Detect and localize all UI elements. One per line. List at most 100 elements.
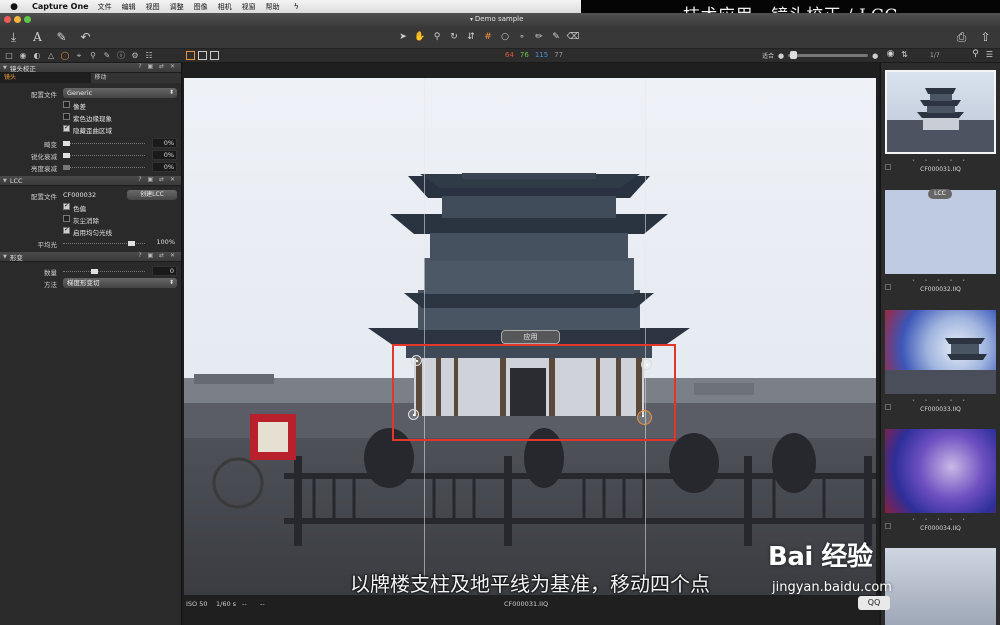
- spot-icon[interactable]: ∘: [515, 30, 529, 44]
- picker-icon[interactable]: ✏: [532, 30, 546, 44]
- multi-view-icon[interactable]: [186, 51, 195, 60]
- sharpness-falloff-value[interactable]: 0%: [152, 150, 177, 160]
- keystone-header[interactable]: ▼ 形变 ? ▣ ⇄ ✕: [0, 252, 181, 262]
- zoom-slider[interactable]: [788, 51, 869, 59]
- sort-icon[interactable]: ⇅: [897, 47, 912, 62]
- single-view-icon[interactable]: [198, 51, 207, 60]
- lcc-header[interactable]: ▼ LCC ? ▣ ⇄ ✕: [0, 176, 181, 186]
- thumbnail[interactable]: • • • • • CF000033.IIQ: [885, 310, 996, 413]
- light-falloff-slider[interactable]: [63, 165, 145, 170]
- keystone-icon[interactable]: #: [481, 30, 495, 44]
- apply-keystone-button[interactable]: 应用: [501, 330, 560, 344]
- pan-icon[interactable]: ✋: [413, 30, 427, 44]
- print-icon[interactable]: ⎙: [954, 30, 969, 45]
- apple-icon[interactable]: ●: [8, 2, 20, 12]
- undo-icon[interactable]: ↶: [78, 30, 93, 45]
- sharpness-falloff-slider[interactable]: [63, 153, 145, 158]
- search-icon[interactable]: ⚲: [968, 47, 983, 62]
- zoom-out-icon[interactable]: ●: [778, 52, 784, 60]
- keystone-handle-top-right[interactable]: [641, 359, 652, 370]
- keystone-handle-top-left[interactable]: [411, 355, 422, 366]
- slider-knob[interactable]: [91, 269, 98, 274]
- rating-stars[interactable]: • • • • •: [885, 398, 996, 404]
- zoom-in-icon[interactable]: ●: [872, 52, 878, 60]
- settings-icon[interactable]: ☰: [982, 47, 997, 62]
- select-checkbox[interactable]: [885, 164, 891, 170]
- erase-icon[interactable]: ⌫: [566, 30, 580, 44]
- app-menu[interactable]: Capture One: [32, 2, 89, 11]
- color-cast-checkbox[interactable]: [63, 201, 70, 210]
- collapse-icon[interactable]: ▼: [3, 254, 7, 260]
- menu-camera[interactable]: 相机: [218, 2, 232, 12]
- collapse-icon[interactable]: ▼: [3, 65, 7, 71]
- eye-icon[interactable]: ◉: [883, 47, 898, 62]
- uniform-light-checkbox[interactable]: [63, 225, 70, 234]
- panel-controls[interactable]: ? ▣ ⇄ ✕: [138, 252, 177, 259]
- create-lcc-button[interactable]: 创建LCC: [127, 190, 177, 200]
- uniform-amount-slider[interactable]: [63, 241, 145, 246]
- method-select[interactable]: 梯度形变切: [63, 278, 177, 288]
- slider-knob[interactable]: [63, 153, 70, 158]
- menu-image[interactable]: 图像: [194, 2, 208, 12]
- menu-view[interactable]: 视图: [146, 2, 160, 12]
- zoom-label[interactable]: 适合: [762, 51, 774, 60]
- export-icon[interactable]: ⇧: [978, 30, 993, 45]
- distortion-slider[interactable]: [63, 141, 145, 146]
- batch-tab-icon[interactable]: ☷: [144, 50, 154, 61]
- import-icon[interactable]: ⤓: [6, 30, 21, 45]
- distortion-value[interactable]: 0%: [152, 138, 177, 148]
- text-icon[interactable]: A: [30, 30, 45, 45]
- exposure-tab-icon[interactable]: △: [46, 50, 56, 61]
- rotate-icon[interactable]: ↻: [447, 30, 461, 44]
- select-icon[interactable]: ➤: [396, 30, 410, 44]
- lens-tab-icon[interactable]: ◯: [60, 50, 70, 61]
- thumbnail[interactable]: • • • • • CF000031.IIQ: [885, 70, 996, 173]
- output-tab-icon[interactable]: ⚙: [130, 50, 140, 61]
- select-checkbox[interactable]: [885, 523, 891, 529]
- lens-correction-header[interactable]: ▼ 镜头校正 ? ▣ ⇄ ✕: [0, 63, 181, 73]
- capture-tab-icon[interactable]: ◉: [18, 50, 28, 61]
- light-falloff-value[interactable]: 0%: [152, 162, 177, 172]
- keystone-handle-bottom-right[interactable]: [637, 410, 652, 425]
- slider-knob[interactable]: [128, 241, 135, 246]
- tab-movement[interactable]: 移动: [90, 73, 181, 83]
- brush-icon[interactable]: ✎: [54, 30, 69, 45]
- rating-stars[interactable]: • • • • •: [885, 158, 996, 164]
- thumbnail[interactable]: [885, 548, 996, 625]
- zoom-slider-knob[interactable]: [790, 51, 798, 59]
- menu-window[interactable]: 视窗: [242, 2, 256, 12]
- color-tab-icon[interactable]: ◐: [32, 50, 42, 61]
- composition-tab-icon[interactable]: ⌖: [74, 50, 84, 61]
- qq-badge[interactable]: QQ: [858, 596, 890, 610]
- menu-adjust[interactable]: 调整: [170, 2, 184, 12]
- adjust-tab-icon[interactable]: ✎: [102, 50, 112, 61]
- uniform-amount-value[interactable]: 100%: [152, 238, 177, 248]
- lens-profile-select[interactable]: Generic: [63, 88, 177, 98]
- zoom-icon[interactable]: ⚲: [430, 30, 444, 44]
- menu-file[interactable]: 文件: [98, 2, 112, 12]
- select-checkbox[interactable]: [885, 284, 891, 290]
- menu-help[interactable]: 帮助: [266, 2, 280, 12]
- menu-edit[interactable]: 编辑: [122, 2, 136, 12]
- select-checkbox[interactable]: [885, 404, 891, 410]
- rating-stars[interactable]: • • • • •: [885, 517, 996, 523]
- thumbnail[interactable]: • • • • • CF000034.IIQ: [885, 429, 996, 532]
- rating-stars[interactable]: • • • • •: [885, 278, 996, 284]
- paint-icon[interactable]: ✎: [549, 30, 563, 44]
- tab-lens[interactable]: 镜头: [0, 73, 91, 83]
- keystone-amount-value[interactable]: 0: [152, 266, 177, 276]
- minimize-window-button[interactable]: [14, 16, 21, 23]
- panel-controls[interactable]: ? ▣ ⇄ ✕: [138, 63, 177, 70]
- straighten-icon[interactable]: ⇵: [464, 30, 478, 44]
- panel-controls[interactable]: ? ▣ ⇄ ✕: [138, 176, 177, 183]
- slider-knob[interactable]: [63, 165, 70, 170]
- keystone-amount-slider[interactable]: [63, 269, 145, 274]
- purple-fringe-checkbox[interactable]: [63, 113, 70, 120]
- detail-tab-icon[interactable]: ⚲: [88, 50, 98, 61]
- dust-removal-checkbox[interactable]: [63, 215, 70, 222]
- metadata-tab-icon[interactable]: ⓘ: [116, 50, 126, 61]
- thumbnail[interactable]: • • • • • CF000032.IIQ: [885, 190, 996, 293]
- proof-view-icon[interactable]: [210, 51, 219, 60]
- hide-distorted-checkbox[interactable]: [63, 123, 70, 132]
- library-tab-icon[interactable]: □: [4, 50, 14, 61]
